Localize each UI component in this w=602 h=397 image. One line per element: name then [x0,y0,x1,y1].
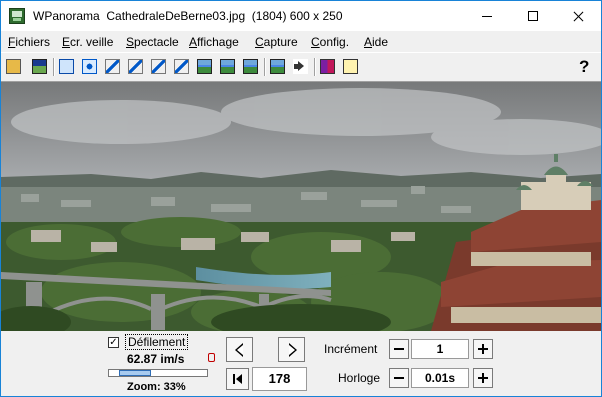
expand-corner-icon [174,59,189,74]
shrink-diagonal-icon [105,59,120,74]
help-file-icon [343,59,358,74]
fit-window-icon [59,59,74,74]
zoom-level: Zoom: 33% [127,381,186,393]
app-window: WPanorama CathedraleDeBerne03.jpg (1804)… [0,0,602,397]
increment-minus-button[interactable] [389,339,409,359]
toolbar-separator [53,58,55,76]
picture-icon [32,59,47,74]
previous-button[interactable] [226,337,253,362]
zoom-slider-thumb[interactable] [119,370,151,376]
expand-corner-button[interactable] [171,56,192,77]
panorama-scene [1,82,601,331]
toolbar: ? [1,52,601,82]
increment-plus-button[interactable] [473,339,493,359]
increment-label: Incrément [324,342,378,356]
open-file-icon [6,59,21,74]
next-button[interactable] [278,337,305,362]
open-file-button[interactable] [3,56,24,77]
zoom-slider[interactable] [108,369,208,377]
clock-value[interactable]: 0.01s [411,368,469,388]
clock-plus-button[interactable] [473,368,493,388]
mountain-icon [270,59,285,74]
control-panel: ✓ Défilement 62.87 im/s Zoom: 33% 178 In… [1,331,601,396]
arrow-left-icon [235,343,243,357]
window-title: WPanorama CathedraleDeBerne03.jpg (1804)… [33,9,343,23]
menu-aide[interactable]: Aide [364,35,388,49]
book-button[interactable] [317,56,338,77]
fit-window-button[interactable] [56,56,77,77]
shrink-corner-button[interactable] [148,56,169,77]
menu-capture[interactable]: Capture [255,35,298,49]
menu-affichage[interactable]: Affichage [189,35,239,49]
frame-position-field[interactable]: 178 [252,367,307,391]
menu-spectacle[interactable]: Spectacle [126,35,179,49]
minimize-button[interactable] [464,1,510,31]
scroll-speed: 62.87 im/s [127,352,185,366]
scroll-checkbox-label[interactable]: Défilement [125,334,189,350]
app-icon[interactable] [9,8,25,24]
menu-config[interactable]: Config. [311,35,349,49]
menu-fichiers[interactable]: Fichiers [8,35,50,49]
expand-diagonal-icon [128,59,143,74]
toolbar-separator [314,58,316,76]
panorama-image[interactable] [1,82,601,331]
horizon-button[interactable] [240,56,261,77]
shrink-diagonal-button[interactable] [102,56,123,77]
scroll-checkbox[interactable]: ✓ [108,337,119,348]
move-arrows-icon [82,59,97,74]
expand-diagonal-button[interactable] [125,56,146,77]
move-button[interactable] [79,56,100,77]
increment-value[interactable]: 1 [411,339,469,359]
close-button[interactable] [555,1,601,31]
landscape-button[interactable] [217,56,238,77]
clock-label: Horloge [338,371,381,385]
clock-minus-button[interactable] [389,368,409,388]
shrink-corner-icon [151,59,166,74]
help-file-button[interactable] [340,56,361,77]
title-bar[interactable]: WPanorama CathedraleDeBerne03.jpg (1804)… [1,1,601,31]
book-icon [320,59,335,74]
scroll-indicator-icon [208,353,215,362]
skip-start-icon [233,374,235,384]
film-button[interactable] [194,56,215,77]
volume-button[interactable] [290,56,311,77]
skip-start-arrow [236,374,242,384]
first-frame-button[interactable] [226,368,249,390]
picture-button[interactable] [29,56,50,77]
volume-icon [293,59,308,74]
arrow-right-icon [289,343,297,357]
toolbar-separator [264,58,266,76]
maximize-button[interactable] [510,1,556,31]
menu-bar: Fichiers Ecr. veille Spectacle Affichage… [1,32,601,52]
help-button[interactable]: ? [579,57,589,77]
mountain-button[interactable] [267,56,288,77]
horizon-icon [243,59,258,74]
film-icon [197,59,212,74]
landscape-icon [220,59,235,74]
menu-ecr-veille[interactable]: Ecr. veille [62,35,113,49]
